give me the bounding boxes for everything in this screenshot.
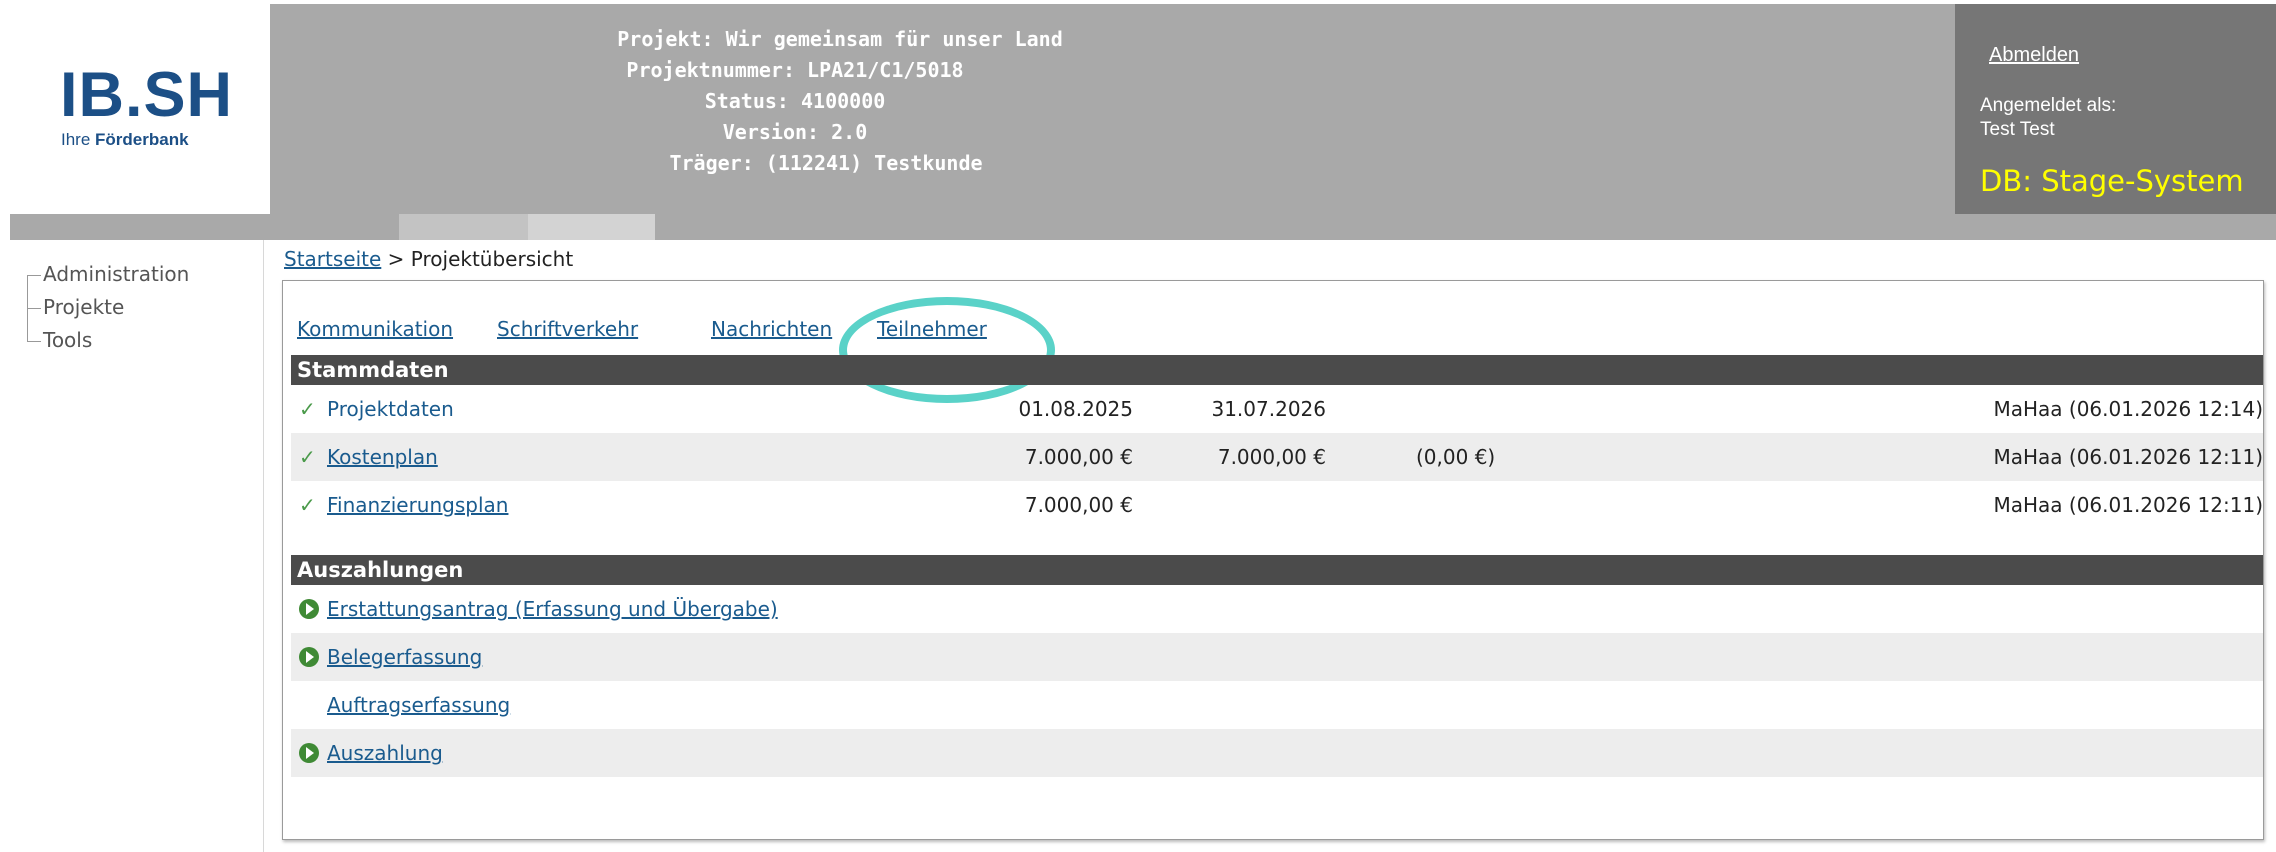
- section-header-auszahlungen: Auszahlungen: [291, 555, 2263, 585]
- link-auszahlung[interactable]: Auszahlung: [327, 741, 443, 765]
- checkmark-icon: ✓: [299, 397, 316, 421]
- row-value-amount-1: 7.000,00 €: [1024, 445, 1133, 469]
- row-link-finanzierungsplan[interactable]: Finanzierungsplan: [327, 493, 508, 517]
- sidebar-item-tools[interactable]: Tools: [15, 324, 255, 357]
- project-status: Status: 4100000: [704, 89, 886, 113]
- row-value-end: 31.07.2026: [1211, 397, 1326, 421]
- logged-in-label: Angemeldet als:: [1980, 95, 2117, 116]
- list-item: Belegerfassung: [291, 633, 2263, 681]
- project-number: Projektnummer: LPA21/C1/5018: [626, 58, 964, 82]
- row-link-kostenplan[interactable]: Kostenplan: [327, 445, 438, 469]
- strip-tab[interactable]: [399, 214, 528, 240]
- sidebar-item-label: Projekte: [43, 295, 125, 319]
- table-row: ✓ Finanzierungsplan 7.000,00 € MaHaa (06…: [291, 481, 2263, 529]
- sidebar-item-projekte[interactable]: Projekte: [15, 291, 255, 324]
- sidebar-divider: [263, 240, 264, 852]
- sidebar-tree: Administration Projekte Tools: [15, 258, 255, 357]
- list-item: Auszahlung: [291, 729, 2263, 777]
- project-version: Version: 2.0: [722, 120, 868, 144]
- checkmark-icon: ✓: [299, 445, 316, 469]
- logged-in-user: Test Test: [1980, 119, 2055, 140]
- breadcrumb-current: Projektübersicht: [410, 247, 574, 271]
- breadcrumb: Startseite > Projektübersicht: [284, 247, 573, 271]
- play-circle-icon: [299, 741, 323, 765]
- play-circle-icon: [299, 645, 323, 669]
- logged-in-info: Angemeldet als: Test Test: [1980, 94, 2116, 142]
- row-modified-info: MaHaa (06.01.2026 12:11): [1993, 493, 2263, 517]
- project-name: Projekt: Wir gemeinsam für unser Land: [617, 27, 1063, 51]
- table-row: ✓ Kostenplan 7.000,00 € 7.000,00 € (0,00…: [291, 433, 2263, 481]
- row-modified-info: MaHaa (06.01.2026 12:11): [1993, 445, 2263, 469]
- list-item: Erstattungsantrag (Erfassung und Übergab…: [291, 585, 2263, 633]
- strip-tab[interactable]: [528, 214, 655, 240]
- db-system-label: DB: Stage-System: [1980, 164, 2244, 198]
- table-row: ✓ Projektdaten 01.08.2025 31.07.2026 MaH…: [291, 385, 2263, 433]
- link-belegerfassung[interactable]: Belegerfassung: [327, 645, 482, 669]
- project-overview-panel: Kommunikation Schriftverkehr Nachrichten…: [282, 280, 2264, 840]
- project-header: Projekt: Wir gemeinsam für unser Land Pr…: [270, 4, 1955, 214]
- nav-link-kommunikation[interactable]: Kommunikation: [297, 317, 453, 341]
- checkmark-icon: ✓: [299, 493, 316, 517]
- row-modified-info: MaHaa (06.01.2026 12:14): [1993, 397, 2263, 421]
- nav-link-schriftverkehr[interactable]: Schriftverkehr: [497, 317, 638, 341]
- tree-connector-icon: [27, 324, 41, 357]
- sidebar-item-administration[interactable]: Administration: [15, 258, 255, 291]
- logout-link[interactable]: Abmelden: [1989, 44, 2079, 67]
- sidebar-item-label: Tools: [43, 328, 93, 352]
- nav-link-nachrichten[interactable]: Nachrichten: [711, 317, 832, 341]
- row-value-start: 01.08.2025: [1018, 397, 1133, 421]
- page: IB.SH Ihre Förderbank Projekt: Wir gemei…: [0, 0, 2276, 852]
- breadcrumb-home-link[interactable]: Startseite: [284, 247, 381, 271]
- logo-wordmark: IB.SH: [60, 60, 234, 130]
- tree-connector-icon: [27, 258, 41, 291]
- row-value-difference: (0,00 €): [1416, 445, 1496, 469]
- tab-strip: [10, 214, 2276, 240]
- play-circle-icon: [299, 597, 323, 621]
- logo-tagline: Ihre Förderbank: [61, 130, 189, 149]
- row-value-amount-1: 7.000,00 €: [1024, 493, 1133, 517]
- list-item: Auftragserfassung: [291, 681, 2263, 729]
- link-erstattungsantrag[interactable]: Erstattungsantrag (Erfassung und Übergab…: [327, 597, 778, 621]
- sidebar-item-label: Administration: [43, 262, 190, 286]
- tree-connector-icon: [27, 291, 41, 324]
- project-owner: Träger: (112241) Testkunde: [669, 151, 983, 175]
- row-label-projektdaten[interactable]: Projektdaten: [327, 397, 454, 421]
- row-value-amount-2: 7.000,00 €: [1217, 445, 1326, 469]
- link-auftragserfassung[interactable]: Auftragserfassung: [327, 693, 510, 717]
- user-panel: Abmelden Angemeldet als: Test Test DB: S…: [1955, 4, 2276, 214]
- logo[interactable]: IB.SH Ihre Förderbank: [10, 4, 270, 214]
- breadcrumb-separator: >: [381, 247, 411, 271]
- section-header-stammdaten: Stammdaten: [291, 355, 2263, 385]
